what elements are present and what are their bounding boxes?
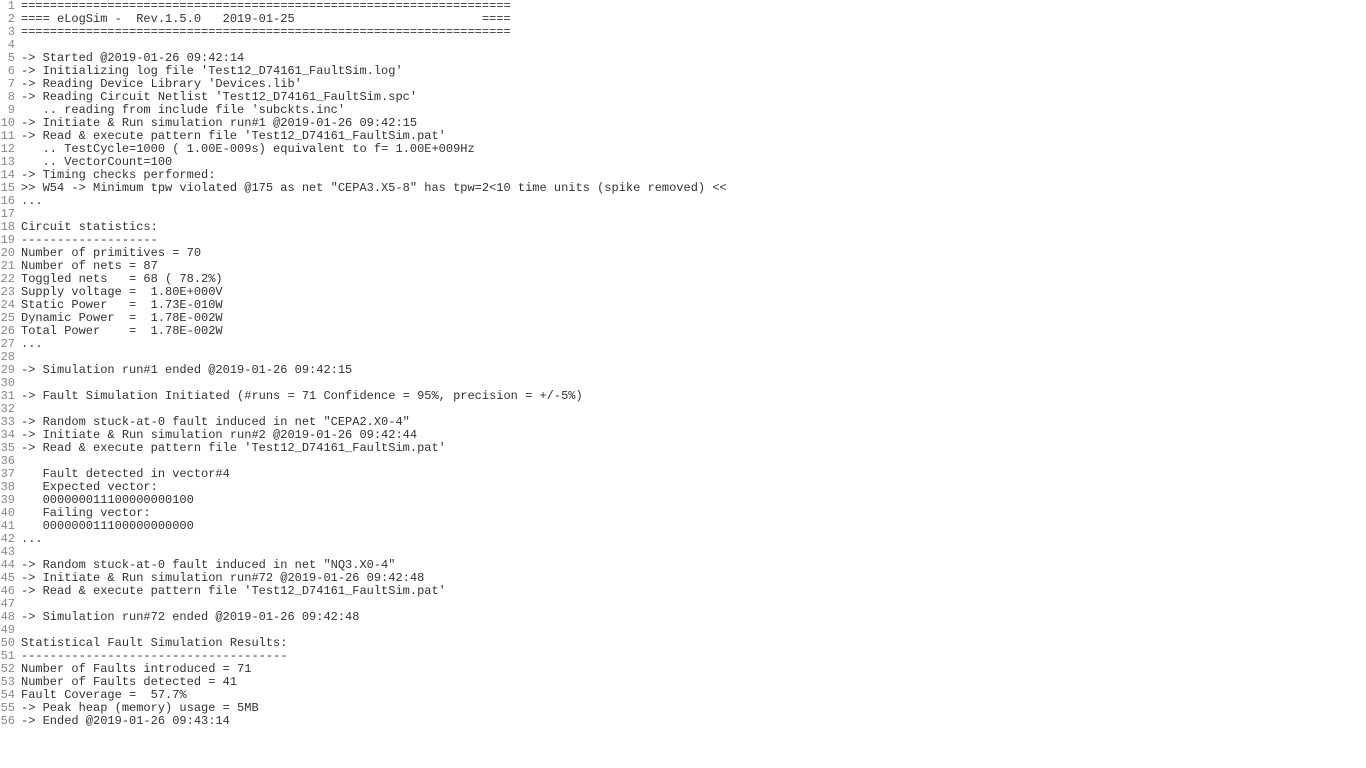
code-line[interactable]: ...	[21, 195, 1366, 208]
code-line[interactable]: ...	[21, 338, 1366, 351]
editor-content[interactable]: ========================================…	[18, 0, 1366, 768]
code-line[interactable]: >> W54 -> Minimum tpw violated @175 as n…	[21, 182, 1366, 195]
code-line[interactable]: -> Read & execute pattern file 'Test12_D…	[21, 442, 1366, 455]
code-line[interactable]: 000000011100000000100	[21, 494, 1366, 507]
line-number-gutter: 1234567891011121314151617181920212223242…	[0, 0, 18, 768]
code-line[interactable]: ========================================…	[21, 26, 1366, 39]
code-line[interactable]: -> Ended @2019-01-26 09:43:14	[21, 715, 1366, 728]
code-line[interactable]: .. VectorCount=100	[21, 156, 1366, 169]
code-line[interactable]: Expected vector:	[21, 481, 1366, 494]
code-line[interactable]: Failing vector:	[21, 507, 1366, 520]
code-line[interactable]: Circuit statistics:	[21, 221, 1366, 234]
code-line[interactable]: ...	[21, 533, 1366, 546]
code-line[interactable]: -> Fault Simulation Initiated (#runs = 7…	[21, 390, 1366, 403]
code-line[interactable]: -> Simulation run#1 ended @2019-01-26 09…	[21, 364, 1366, 377]
code-line[interactable]	[21, 208, 1366, 221]
code-line[interactable]: Number of nets = 87	[21, 260, 1366, 273]
line-number: 56	[0, 715, 15, 728]
code-line[interactable]: -> Simulation run#72 ended @2019-01-26 0…	[21, 611, 1366, 624]
code-line[interactable]: Total Power = 1.78E-002W	[21, 325, 1366, 338]
code-line[interactable]: Number of Faults detected = 41	[21, 676, 1366, 689]
code-line[interactable]: -> Read & execute pattern file 'Test12_D…	[21, 585, 1366, 598]
code-line[interactable]: 000000011100000000000	[21, 520, 1366, 533]
code-line[interactable]: .. TestCycle=1000 ( 1.00E-009s) equivale…	[21, 143, 1366, 156]
text-editor[interactable]: 1234567891011121314151617181920212223242…	[0, 0, 1366, 768]
code-line[interactable]: Fault detected in vector#4	[21, 468, 1366, 481]
code-line[interactable]: Number of primitives = 70	[21, 247, 1366, 260]
code-line[interactable]: -------------------	[21, 234, 1366, 247]
